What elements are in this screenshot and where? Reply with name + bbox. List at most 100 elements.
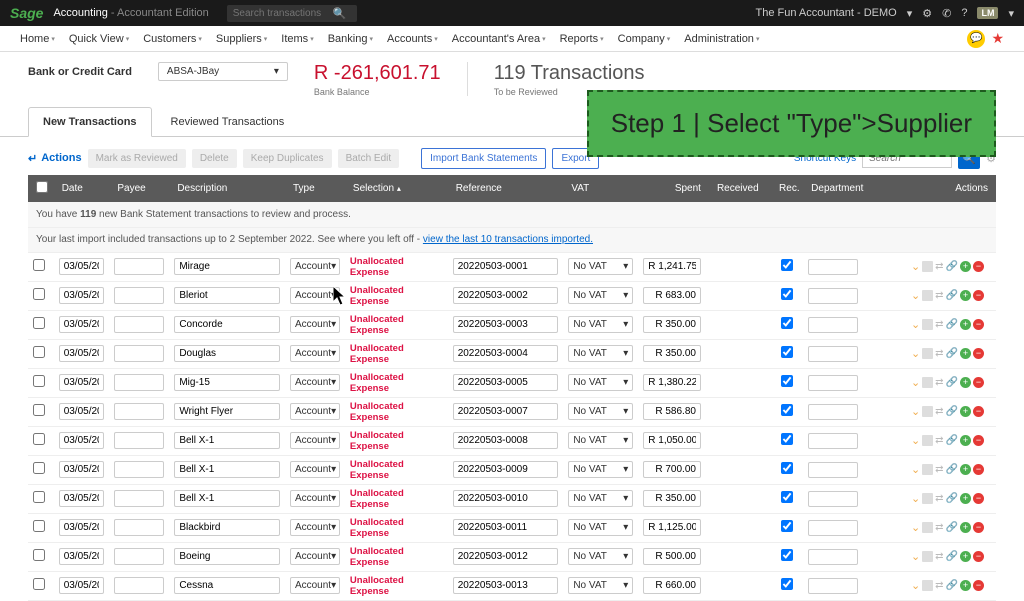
- col-payee[interactable]: Payee: [109, 175, 169, 202]
- attach-icon[interactable]: 🔗: [946, 580, 958, 591]
- type-select[interactable]: Account▾: [290, 345, 340, 362]
- remove-icon[interactable]: −: [973, 522, 984, 533]
- type-select[interactable]: Account▾: [290, 577, 340, 594]
- row-checkbox[interactable]: [33, 433, 45, 445]
- row-checkbox[interactable]: [33, 549, 45, 561]
- chevron-icon[interactable]: ⌄: [911, 579, 920, 592]
- selection-value[interactable]: Unallocated Expense: [350, 488, 404, 510]
- description-input[interactable]: [174, 403, 280, 420]
- date-input[interactable]: [59, 577, 105, 594]
- reference-input[interactable]: [453, 345, 559, 362]
- add-icon[interactable]: +: [960, 580, 971, 591]
- actions-link[interactable]: ↵ Actions: [28, 152, 82, 165]
- attach-icon[interactable]: 🔗: [946, 493, 958, 504]
- list-icon[interactable]: [922, 377, 933, 388]
- remove-icon[interactable]: −: [973, 464, 984, 475]
- list-icon[interactable]: [922, 348, 933, 359]
- link-icon[interactable]: ⇄: [935, 261, 943, 272]
- list-icon[interactable]: [922, 261, 933, 272]
- add-icon[interactable]: +: [960, 435, 971, 446]
- vat-select[interactable]: No VAT▾: [568, 316, 633, 333]
- department-input[interactable]: [808, 404, 858, 420]
- reference-input[interactable]: [453, 403, 559, 420]
- chevron-icon[interactable]: ⌄: [911, 405, 920, 418]
- link-icon[interactable]: ⇄: [935, 493, 943, 504]
- remove-icon[interactable]: −: [973, 493, 984, 504]
- spent-input[interactable]: [643, 258, 701, 275]
- vat-select[interactable]: No VAT▾: [568, 577, 633, 594]
- selection-value[interactable]: Unallocated Expense: [350, 430, 404, 452]
- row-checkbox[interactable]: [33, 578, 45, 590]
- type-select[interactable]: Account▾: [290, 461, 340, 478]
- type-select[interactable]: Account▾: [290, 490, 340, 507]
- menu-accountant-s-area[interactable]: Accountant's Area▾: [452, 33, 546, 45]
- rec-checkbox[interactable]: [781, 288, 793, 300]
- col-date[interactable]: Date: [54, 175, 110, 202]
- department-input[interactable]: [808, 259, 858, 275]
- row-checkbox[interactable]: [33, 491, 45, 503]
- delete-button[interactable]: Delete: [192, 149, 237, 168]
- add-icon[interactable]: +: [960, 261, 971, 272]
- payee-input[interactable]: [114, 519, 164, 536]
- row-checkbox[interactable]: [33, 404, 45, 416]
- chevron-icon[interactable]: ⌄: [911, 289, 920, 302]
- view-last-link[interactable]: view the last 10 transactions imported.: [423, 234, 593, 245]
- list-icon[interactable]: [922, 319, 933, 330]
- star-icon[interactable]: ★: [991, 30, 1004, 48]
- payee-input[interactable]: [114, 316, 164, 333]
- select-all-checkbox[interactable]: [36, 181, 48, 193]
- add-icon[interactable]: +: [960, 406, 971, 417]
- mark-reviewed-button[interactable]: Mark as Reviewed: [88, 149, 186, 168]
- col-received[interactable]: Received: [709, 175, 771, 202]
- reference-input[interactable]: [453, 258, 559, 275]
- col-reference[interactable]: Reference: [448, 175, 564, 202]
- menu-administration[interactable]: Administration▾: [684, 33, 759, 45]
- vat-select[interactable]: No VAT▾: [568, 432, 633, 449]
- selection-value[interactable]: Unallocated Expense: [350, 517, 404, 539]
- vat-select[interactable]: No VAT▾: [568, 258, 633, 275]
- reference-input[interactable]: [453, 432, 559, 449]
- selection-value[interactable]: Unallocated Expense: [350, 546, 404, 568]
- import-button[interactable]: Import Bank Statements: [421, 148, 546, 169]
- chevron-icon[interactable]: ⌄: [911, 376, 920, 389]
- vat-select[interactable]: No VAT▾: [568, 461, 633, 478]
- department-input[interactable]: [808, 375, 858, 391]
- selection-value[interactable]: Unallocated Expense: [350, 314, 404, 336]
- bank-select[interactable]: ABSA-JBay ▾: [158, 62, 288, 81]
- payee-input[interactable]: [114, 345, 164, 362]
- global-search[interactable]: 🔍: [227, 5, 357, 22]
- date-input[interactable]: [59, 548, 105, 565]
- chevron-icon[interactable]: ⌄: [911, 434, 920, 447]
- attach-icon[interactable]: 🔗: [946, 348, 958, 359]
- attach-icon[interactable]: 🔗: [946, 464, 958, 475]
- reference-input[interactable]: [453, 287, 559, 304]
- department-input[interactable]: [808, 433, 858, 449]
- description-input[interactable]: [174, 519, 280, 536]
- reference-input[interactable]: [453, 374, 559, 391]
- attach-icon[interactable]: 🔗: [946, 522, 958, 533]
- rec-checkbox[interactable]: [781, 404, 793, 416]
- payee-input[interactable]: [114, 548, 164, 565]
- list-icon[interactable]: [922, 464, 933, 475]
- add-icon[interactable]: +: [960, 464, 971, 475]
- date-input[interactable]: [59, 287, 105, 304]
- col-department[interactable]: Department: [803, 175, 906, 202]
- rec-checkbox[interactable]: [781, 520, 793, 532]
- tab-new-transactions[interactable]: New Transactions: [28, 107, 152, 137]
- chevron-icon[interactable]: ⌄: [911, 463, 920, 476]
- payee-input[interactable]: [114, 577, 164, 594]
- rec-checkbox[interactable]: [781, 491, 793, 503]
- col-vat[interactable]: VAT: [563, 175, 638, 202]
- menu-items[interactable]: Items▾: [281, 33, 313, 45]
- spent-input[interactable]: [643, 519, 701, 536]
- link-icon[interactable]: ⇄: [935, 377, 943, 388]
- keep-duplicates-button[interactable]: Keep Duplicates: [243, 149, 332, 168]
- menu-quick-view[interactable]: Quick View▾: [69, 33, 129, 45]
- date-input[interactable]: [59, 432, 105, 449]
- date-input[interactable]: [59, 403, 105, 420]
- link-icon[interactable]: ⇄: [935, 319, 943, 330]
- payee-input[interactable]: [114, 287, 164, 304]
- list-icon[interactable]: [922, 406, 933, 417]
- payee-input[interactable]: [114, 258, 164, 275]
- description-input[interactable]: [174, 316, 280, 333]
